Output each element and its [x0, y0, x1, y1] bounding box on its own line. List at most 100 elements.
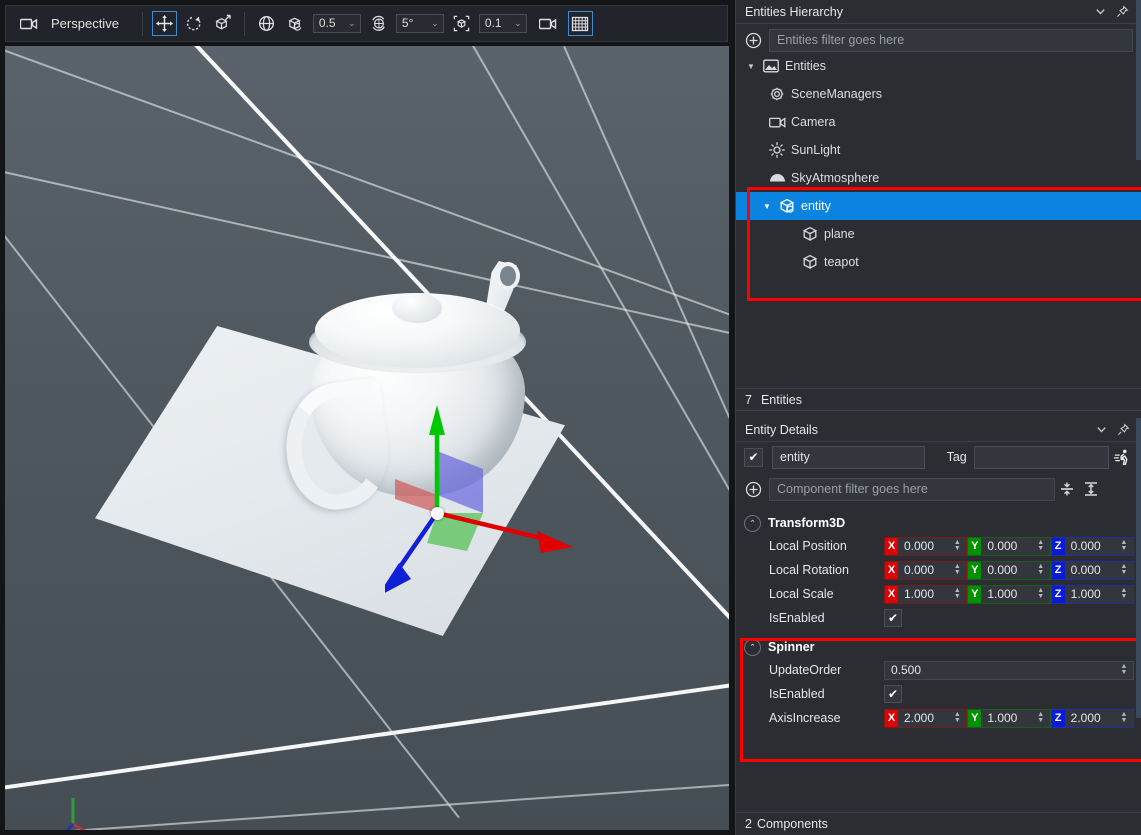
cube-icon: [799, 225, 821, 243]
scale-gizmo-icon[interactable]: [210, 11, 235, 36]
local-scale-z[interactable]: Z 1.000 ▲▼: [1051, 585, 1134, 604]
local-rotation-z[interactable]: Z 0.000 ▲▼: [1051, 561, 1134, 580]
transform-isenabled-checkbox[interactable]: ✔: [884, 609, 902, 627]
add-component-icon[interactable]: [742, 478, 764, 500]
stepper-icon[interactable]: ▲▼: [1118, 712, 1133, 724]
stepper-icon[interactable]: ▲▼: [1118, 564, 1133, 576]
section-name: Spinner: [768, 640, 815, 654]
axis-tag-z: Z: [1052, 710, 1065, 727]
chevron-up-icon[interactable]: ⌃: [744, 639, 761, 656]
3d-viewport[interactable]: [5, 46, 729, 830]
stepper-icon[interactable]: ▲▼: [1035, 588, 1050, 600]
component-filter-input[interactable]: Component filter goes here: [769, 478, 1055, 501]
scale-snap-icon[interactable]: [449, 11, 474, 36]
entities-count-status: 7 Entities: [736, 388, 1141, 411]
tree-item-label: SunLight: [791, 143, 840, 157]
chevron-up-icon[interactable]: ⌃: [744, 515, 761, 532]
expand-all-icon[interactable]: [1079, 481, 1103, 497]
entity-details-header: Entity Details: [736, 418, 1141, 442]
tree-item-label: Entities: [785, 59, 826, 73]
pin-icon[interactable]: [1111, 2, 1133, 22]
tree-item-scenemanagers[interactable]: SceneManagers: [736, 80, 1141, 108]
stepper-icon[interactable]: ▲▼: [1035, 564, 1050, 576]
move-gizmo-icon[interactable]: [152, 11, 177, 36]
rotate-snap-icon[interactable]: [366, 11, 391, 36]
chevron-down-icon[interactable]: ▼: [758, 197, 776, 215]
vector3-field[interactable]: X 0.000 ▲▼ Y 0.000 ▲▼ Z 0.000 ▲▼: [884, 561, 1141, 580]
running-man-icon[interactable]: [1109, 448, 1136, 467]
property-row-local-position: Local Position X 0.000 ▲▼ Y 0.000 ▲▼ Z 0: [736, 534, 1141, 558]
vector3-field[interactable]: X 1.000 ▲▼ Y 1.000 ▲▼ Z 1.000 ▲▼: [884, 585, 1141, 604]
translate-snap-combo[interactable]: 0.5 ⌄: [313, 14, 361, 33]
tag-input[interactable]: [974, 446, 1109, 469]
collapse-all-icon[interactable]: [1055, 481, 1079, 497]
tree-item-camera[interactable]: Camera: [736, 108, 1141, 136]
editor-window: Perspective 0.5 ⌄: [0, 0, 1141, 835]
gizmo-center-handle[interactable]: [431, 507, 444, 520]
local-scale-x[interactable]: X 1.000 ▲▼: [884, 585, 967, 604]
axisincrease-y[interactable]: Y 1.000 ▲▼: [967, 709, 1050, 728]
camera-settings-icon[interactable]: [536, 11, 561, 36]
stepper-icon[interactable]: ▲▼: [1118, 664, 1133, 676]
camera-icon[interactable]: [16, 11, 41, 36]
entities-filter-input[interactable]: Entities filter goes here: [769, 29, 1133, 52]
pin-icon[interactable]: [1112, 420, 1134, 440]
axis-tag-y: Y: [968, 710, 981, 727]
tree-item-label: Camera: [791, 115, 835, 129]
local-rotation-y[interactable]: Y 0.000 ▲▼: [967, 561, 1050, 580]
value: 1.000: [981, 711, 1034, 725]
stepper-icon[interactable]: ▲▼: [951, 540, 966, 552]
chevron-down-icon[interactable]: [1089, 2, 1111, 22]
entities-hierarchy-header: Entities Hierarchy: [736, 0, 1141, 24]
local-position-x[interactable]: X 0.000 ▲▼: [884, 537, 967, 556]
property-row-transform-isenabled: IsEnabled ✔: [736, 606, 1141, 630]
local-scale-y[interactable]: Y 1.000 ▲▼: [967, 585, 1050, 604]
components-count-number: 2: [745, 817, 752, 831]
globe-icon[interactable]: [254, 11, 279, 36]
cube-axes-icon[interactable]: [283, 11, 308, 36]
axisincrease-x[interactable]: X 2.000 ▲▼: [884, 709, 967, 728]
add-entity-icon[interactable]: [742, 29, 764, 51]
component-filter-row: Component filter goes here: [736, 472, 1141, 506]
stepper-icon[interactable]: ▲▼: [1035, 712, 1050, 724]
details-scrollbar[interactable]: [1136, 418, 1141, 718]
scale-snap-combo[interactable]: 0.1 ⌄: [479, 14, 527, 33]
tree-item-entities[interactable]: ▼ Entities: [736, 52, 1141, 80]
chevron-down-icon[interactable]: ▼: [742, 57, 760, 75]
axis-tag-x: X: [885, 538, 898, 555]
local-position-z[interactable]: Z 0.000 ▲▼: [1051, 537, 1134, 556]
axisincrease-z[interactable]: Z 2.000 ▲▼: [1051, 709, 1134, 728]
grid-icon[interactable]: [568, 11, 593, 36]
teapot-handle: [278, 377, 397, 516]
hierarchy-scrollbar[interactable]: [1136, 0, 1141, 160]
tree-item-plane[interactable]: plane: [736, 220, 1141, 248]
property-row-local-rotation: Local Rotation X 0.000 ▲▼ Y 0.000 ▲▼ Z 0: [736, 558, 1141, 582]
video-camera-icon: [766, 113, 788, 131]
tree-item-teapot[interactable]: teapot: [736, 248, 1141, 276]
entities-tree[interactable]: ▼ Entities SceneManagers Camera: [736, 52, 1141, 388]
local-position-y[interactable]: Y 0.000 ▲▼: [967, 537, 1050, 556]
tree-item-skyatmosphere[interactable]: SkyAtmosphere: [736, 164, 1141, 192]
stepper-icon[interactable]: ▲▼: [951, 712, 966, 724]
stepper-icon[interactable]: ▲▼: [1035, 540, 1050, 552]
rotate-snap-combo[interactable]: 5° ⌄: [396, 14, 444, 33]
stepper-icon[interactable]: ▲▼: [1118, 540, 1133, 552]
local-rotation-x[interactable]: X 0.000 ▲▼: [884, 561, 967, 580]
entity-name-input[interactable]: entity: [772, 446, 925, 469]
spinner-isenabled-checkbox[interactable]: ✔: [884, 685, 902, 703]
translate-gizmo[interactable]: [385, 391, 605, 611]
stepper-icon[interactable]: ▲▼: [1118, 588, 1133, 600]
stepper-icon[interactable]: ▲▼: [951, 588, 966, 600]
chevron-down-icon[interactable]: [1090, 420, 1112, 440]
vector3-field[interactable]: X 2.000 ▲▼ Y 1.000 ▲▼ Z 2.000 ▲▼: [884, 709, 1141, 728]
section-header-transform3d[interactable]: ⌃ Transform3D: [736, 512, 1141, 534]
right-dock: Entities Hierarchy Entities filter goes …: [735, 0, 1141, 835]
section-header-spinner[interactable]: ⌃ Spinner: [736, 636, 1141, 658]
tree-item-entity[interactable]: ▼ entity: [736, 192, 1141, 220]
tree-item-sunlight[interactable]: SunLight: [736, 136, 1141, 164]
entity-enabled-checkbox[interactable]: ✔: [744, 448, 763, 467]
updateorder-input[interactable]: 0.500 ▲▼: [884, 661, 1134, 680]
rotate-gizmo-icon[interactable]: [181, 11, 206, 36]
vector3-field[interactable]: X 0.000 ▲▼ Y 0.000 ▲▼ Z 0.000 ▲▼: [884, 537, 1141, 556]
stepper-icon[interactable]: ▲▼: [951, 564, 966, 576]
